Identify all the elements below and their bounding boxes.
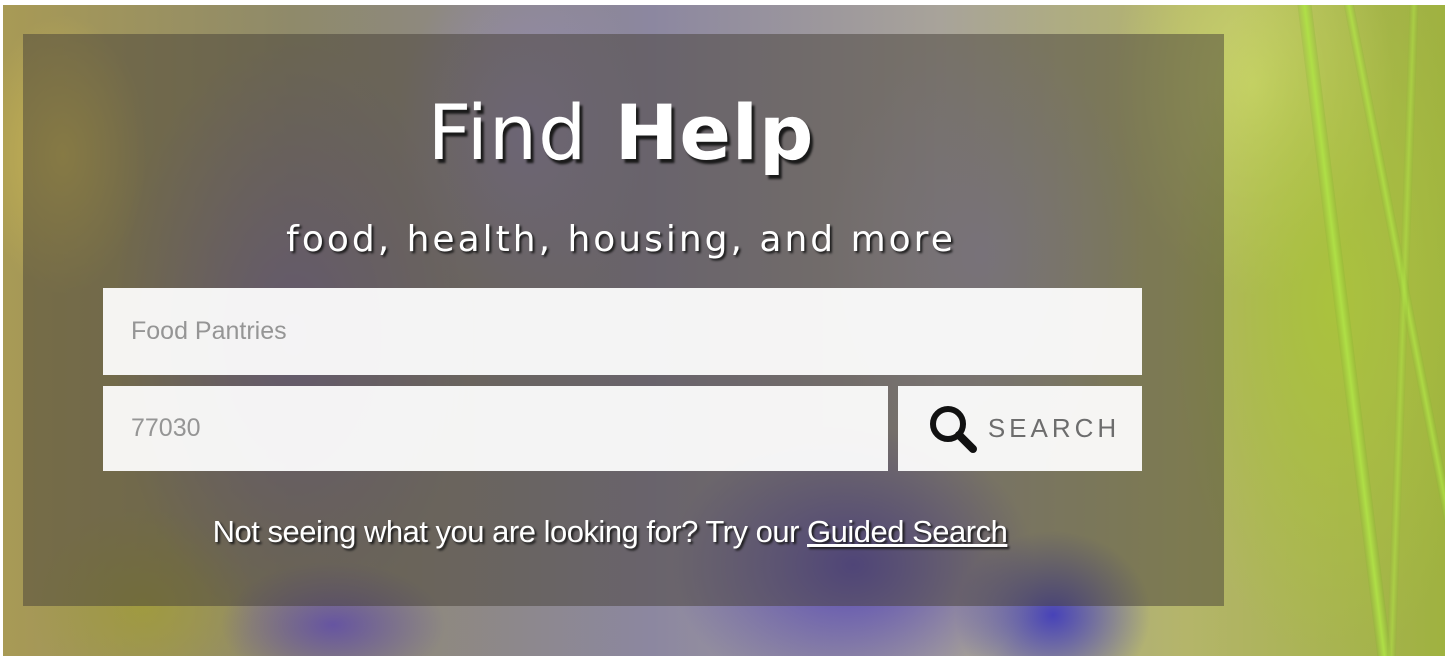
guided-search-link[interactable]: Guided Search (807, 514, 1008, 549)
grass-blade (1296, 5, 1394, 656)
page-title-light: Find (427, 88, 588, 177)
helper-text: Not seeing what you are looking for? Try… (0, 512, 1220, 552)
page-title-bold: Help (614, 88, 815, 177)
search-button[interactable]: SEARCH (898, 386, 1142, 471)
location-zip-input[interactable] (103, 386, 888, 471)
search-button-label: SEARCH (987, 413, 1121, 443)
helper-text-prefix: Not seeing what you are looking for? Try… (212, 514, 808, 549)
service-search-input[interactable] (103, 288, 1142, 375)
page-subtitle: food, health, housing, and more (286, 219, 956, 260)
page-title: Find Help (0, 88, 1242, 178)
search-icon (929, 405, 977, 453)
